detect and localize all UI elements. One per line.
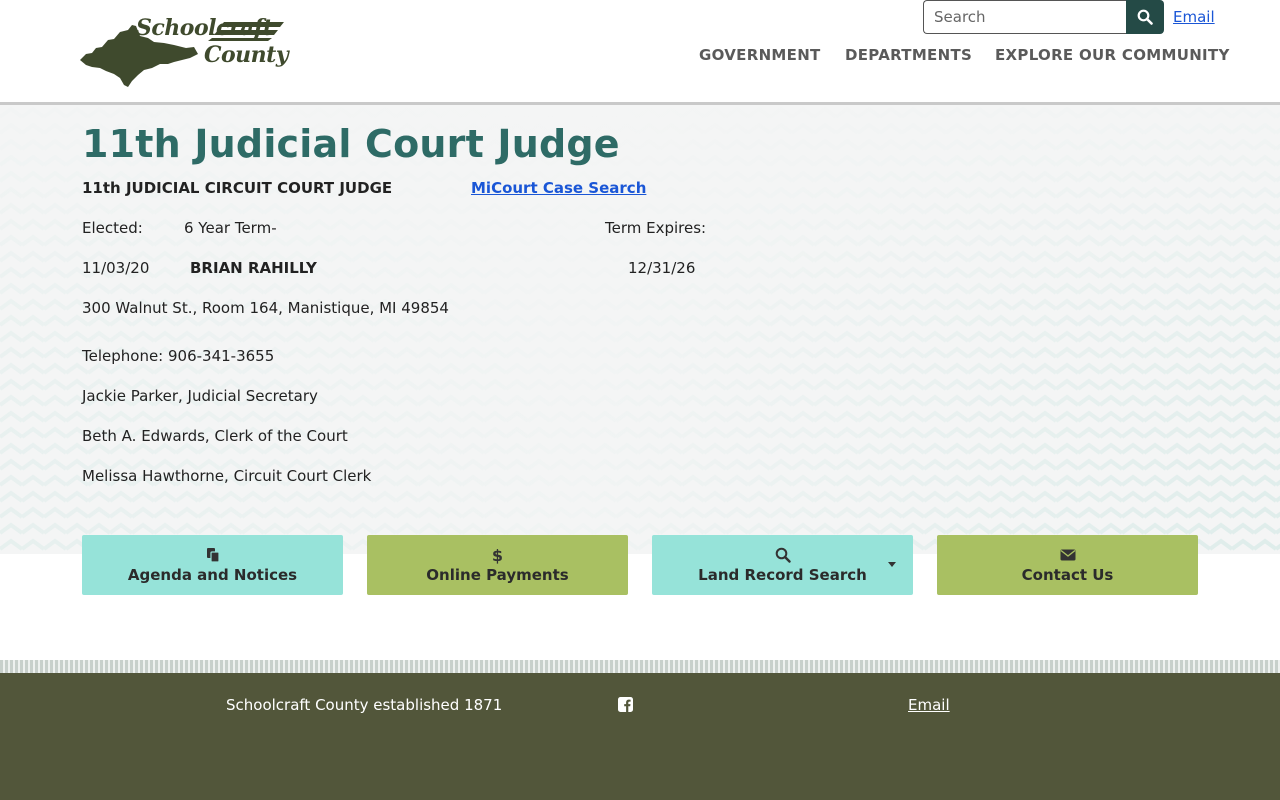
agenda-notices-button[interactable]: Agenda and Notices bbox=[82, 535, 343, 595]
term-expires-date: 12/31/26 bbox=[628, 259, 696, 277]
facebook-icon[interactable] bbox=[618, 697, 633, 712]
copy-icon bbox=[205, 547, 221, 564]
logo-text-line1: Schoolcraft bbox=[136, 15, 273, 41]
land-record-search-button[interactable]: Land Record Search bbox=[652, 535, 913, 595]
footer-established-text: Schoolcraft County established 1871 bbox=[226, 696, 503, 714]
county-logo[interactable]: Schoolcraft County bbox=[78, 14, 289, 88]
search-button[interactable] bbox=[1126, 0, 1164, 34]
contact-us-button[interactable]: Contact Us bbox=[937, 535, 1198, 595]
search-icon bbox=[775, 547, 791, 564]
staff-clerk-of-court: Beth A. Edwards, Clerk of the Court bbox=[82, 427, 348, 445]
term-label: 6 Year Term- bbox=[184, 219, 277, 237]
header-email-link[interactable]: Email bbox=[1173, 8, 1215, 26]
staff-circuit-court-clerk: Melissa Hawthorne, Circuit Court Clerk bbox=[82, 467, 372, 485]
caret-down-icon[interactable] bbox=[888, 562, 896, 567]
court-telephone: Telephone: 906-341-3655 bbox=[82, 347, 275, 365]
dollar-icon: $ bbox=[491, 545, 504, 565]
search-icon bbox=[1137, 9, 1153, 25]
site-footer: Schoolcraft County established 1871 Emai… bbox=[0, 673, 1280, 800]
online-payments-label: Online Payments bbox=[426, 565, 569, 584]
contact-us-label: Contact Us bbox=[1021, 565, 1114, 584]
elected-date: 11/03/20 bbox=[82, 259, 150, 277]
online-payments-button[interactable]: $ Online Payments bbox=[367, 535, 628, 595]
nav-departments[interactable]: DEPARTMENTS bbox=[845, 46, 972, 64]
staff-judicial-secretary: Jackie Parker, Judicial Secretary bbox=[82, 387, 318, 405]
agenda-notices-label: Agenda and Notices bbox=[127, 565, 298, 584]
chevron-pattern-background bbox=[0, 105, 1280, 554]
judge-name: BRIAN RAHILLY bbox=[190, 259, 317, 277]
nav-explore-community[interactable]: EXPLORE OUR COMMUNITY bbox=[995, 46, 1230, 64]
main-content-background bbox=[0, 105, 1280, 554]
position-subtitle: 11th JUDICIAL CIRCUIT COURT JUDGE bbox=[82, 179, 393, 197]
court-address: 300 Walnut St., Room 164, Manistique, MI… bbox=[82, 299, 449, 317]
micourt-case-search-link[interactable]: MiCourt Case Search bbox=[471, 179, 646, 197]
site-header: Schoolcraft County Email GOVERNMENT DEPA… bbox=[0, 0, 1280, 102]
term-expires-label: Term Expires: bbox=[605, 219, 707, 237]
nav-government[interactable]: GOVERNMENT bbox=[699, 46, 821, 64]
search-input[interactable] bbox=[923, 0, 1126, 34]
logo-text-line2: County bbox=[204, 42, 289, 68]
footer-email-link[interactable]: Email bbox=[908, 696, 950, 714]
footer-pattern-strip bbox=[0, 660, 1280, 673]
page-title: 11th Judicial Court Judge bbox=[82, 122, 620, 166]
land-record-search-label: Land Record Search bbox=[698, 565, 867, 584]
envelope-icon bbox=[1060, 547, 1076, 564]
elected-label: Elected: bbox=[82, 219, 143, 237]
